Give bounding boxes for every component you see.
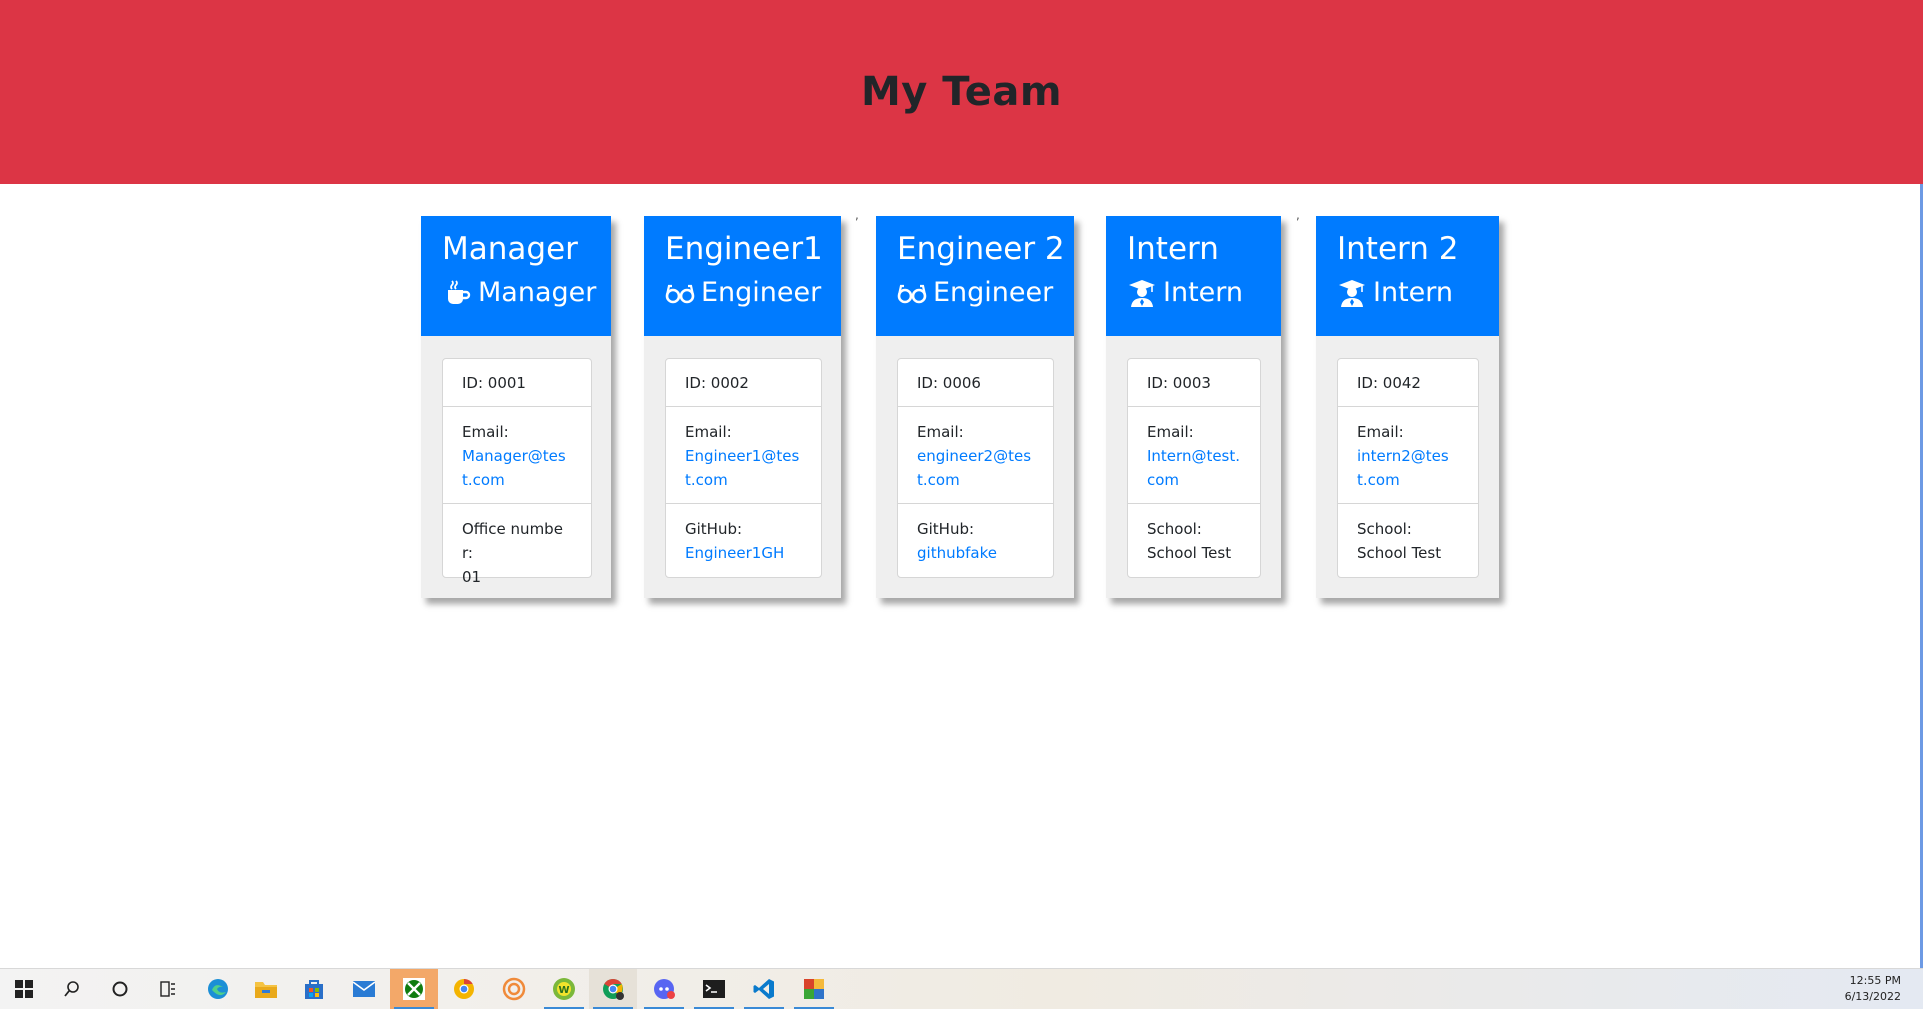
employee-name: Intern 2	[1337, 231, 1459, 267]
taskbar: W 12:55 PM 6/13/2022	[0, 968, 1923, 1009]
employee-id: ID: 0006	[898, 359, 1053, 407]
employee-details: ID: 0042 Email: intern2@test.com School:…	[1337, 358, 1479, 578]
employee-role-label: Manager	[478, 277, 597, 308]
glasses-icon	[665, 278, 695, 308]
email-label: Email:	[685, 423, 732, 441]
employee-role: Manager	[442, 270, 611, 316]
windows-start-icon[interactable]	[0, 969, 48, 1009]
vscode-icon[interactable]	[740, 969, 788, 1009]
glasses-icon	[897, 278, 927, 308]
card-header: Engineer 2 Engineer	[876, 216, 1074, 336]
graduate-icon	[1337, 278, 1367, 308]
email-link[interactable]: Engineer1@test.com	[685, 447, 799, 489]
employee-details: ID: 0006 Email: engineer2@test.com GitHu…	[897, 358, 1054, 578]
employee-card-engineer1: Engineer1 Engineer ID: 0002 Email: Engin…	[644, 216, 841, 598]
graduate-icon	[1127, 278, 1157, 308]
webstorm-icon[interactable]: W	[540, 969, 588, 1009]
employee-card-manager: Manager Manager ID: 0001 Email: Manager@…	[421, 216, 611, 598]
school-value: School Test	[1357, 544, 1442, 562]
employee-name: Manager	[442, 231, 578, 267]
stray-comma: ,	[855, 208, 859, 222]
employee-role-label: Intern	[1373, 277, 1454, 308]
office-number-value: 01	[462, 568, 482, 586]
employee-email-item: Email: intern2@test.com	[1338, 407, 1478, 504]
chrome-icon[interactable]	[589, 969, 637, 1009]
employee-details: ID: 0002 Email: Engineer1@test.com GitHu…	[665, 358, 822, 578]
store-icon[interactable]	[290, 969, 338, 1009]
clock-time: 12:55 PM	[1849, 974, 1901, 987]
employee-email-item: Email: Manager@test.com	[443, 407, 591, 504]
coffee-icon	[442, 278, 472, 308]
employee-card-engineer-2: Engineer 2 Engineer ID: 0006 Email: engi…	[876, 216, 1074, 598]
employee-email-item: Email: engineer2@test.com	[898, 407, 1053, 504]
email-label: Email:	[1357, 423, 1404, 441]
chrome-canary-icon[interactable]	[440, 969, 488, 1009]
app-generic-icon[interactable]	[790, 969, 838, 1009]
employee-details: ID: 0003 Email: Intern@test.com School: …	[1127, 358, 1261, 578]
card-header: Intern 2 Intern	[1316, 216, 1499, 336]
employee-role: Engineer	[665, 270, 841, 316]
school-item: School: School Test	[1128, 504, 1260, 577]
employee-name: Intern	[1127, 231, 1219, 267]
page: My Team Manager Manager ID: 0001 Email: …	[0, 0, 1923, 1009]
employee-details: ID: 0001 Email: Manager@test.com Office …	[442, 358, 592, 586]
email-link[interactable]: Intern@test.com	[1147, 447, 1240, 489]
page-title: My Team	[860, 69, 1063, 115]
mail-icon[interactable]	[340, 969, 388, 1009]
employee-card-intern-2: Intern 2 Intern ID: 0042 Email: intern2@…	[1316, 216, 1499, 598]
email-link[interactable]: engineer2@test.com	[917, 447, 1031, 489]
employee-id: ID: 0002	[666, 359, 821, 407]
svg-text:W: W	[558, 985, 569, 996]
xbox-icon[interactable]	[390, 969, 438, 1009]
github-label: GitHub:	[685, 520, 743, 538]
school-value: School Test	[1147, 544, 1232, 562]
office-number-item: Office number: 01	[443, 504, 591, 586]
employee-role-label: Engineer	[933, 277, 1054, 308]
github-label: GitHub:	[917, 520, 975, 538]
employee-role-label: Intern	[1163, 277, 1244, 308]
github-link[interactable]: Engineer1GH	[685, 544, 784, 562]
edge-icon[interactable]	[194, 969, 242, 1009]
employee-name: Engineer1	[665, 231, 823, 267]
card-header: Manager Manager	[421, 216, 611, 336]
card-header: Engineer1 Engineer	[644, 216, 841, 336]
terminal-icon[interactable]	[690, 969, 738, 1009]
search-icon[interactable]	[48, 969, 96, 1009]
school-item: School: School Test	[1338, 504, 1478, 577]
employee-email-item: Email: Intern@test.com	[1128, 407, 1260, 504]
employee-role: Intern	[1337, 270, 1499, 316]
system-clock[interactable]: 12:55 PM 6/13/2022	[1811, 973, 1901, 1005]
card-header: Intern Intern	[1106, 216, 1281, 336]
school-label: School:	[1147, 520, 1202, 538]
employee-id: ID: 0042	[1338, 359, 1478, 407]
team-cards: Manager Manager ID: 0001 Email: Manager@…	[0, 208, 1923, 601]
email-link[interactable]: intern2@test.com	[1357, 447, 1449, 489]
employee-card-intern: Intern Intern ID: 0003 Email: Intern@tes…	[1106, 216, 1281, 598]
app-spiral-icon[interactable]	[490, 969, 538, 1009]
stray-comma: ,	[1296, 208, 1300, 222]
github-link[interactable]: githubfake	[917, 544, 997, 562]
task-view-icon[interactable]	[144, 969, 192, 1009]
employee-id: ID: 0001	[443, 359, 591, 407]
office-number-label: Office number:	[462, 520, 563, 562]
github-item: GitHub: githubfake	[898, 504, 1053, 577]
school-label: School:	[1357, 520, 1412, 538]
email-label: Email:	[917, 423, 964, 441]
cortana-icon[interactable]	[96, 969, 144, 1009]
employee-name: Engineer 2	[897, 231, 1065, 267]
page-header: My Team	[0, 0, 1923, 184]
employee-role: Intern	[1127, 270, 1281, 316]
clock-date: 6/13/2022	[1844, 990, 1901, 1003]
email-label: Email:	[1147, 423, 1194, 441]
discord-icon[interactable]	[640, 969, 688, 1009]
employee-role: Engineer	[897, 270, 1074, 316]
employee-email-item: Email: Engineer1@test.com	[666, 407, 821, 504]
employee-role-label: Engineer	[701, 277, 822, 308]
github-item: GitHub: Engineer1GH	[666, 504, 821, 577]
employee-id: ID: 0003	[1128, 359, 1260, 407]
email-label: Email:	[462, 423, 509, 441]
email-link[interactable]: Manager@test.com	[462, 447, 566, 489]
file-explorer-icon[interactable]	[242, 969, 290, 1009]
